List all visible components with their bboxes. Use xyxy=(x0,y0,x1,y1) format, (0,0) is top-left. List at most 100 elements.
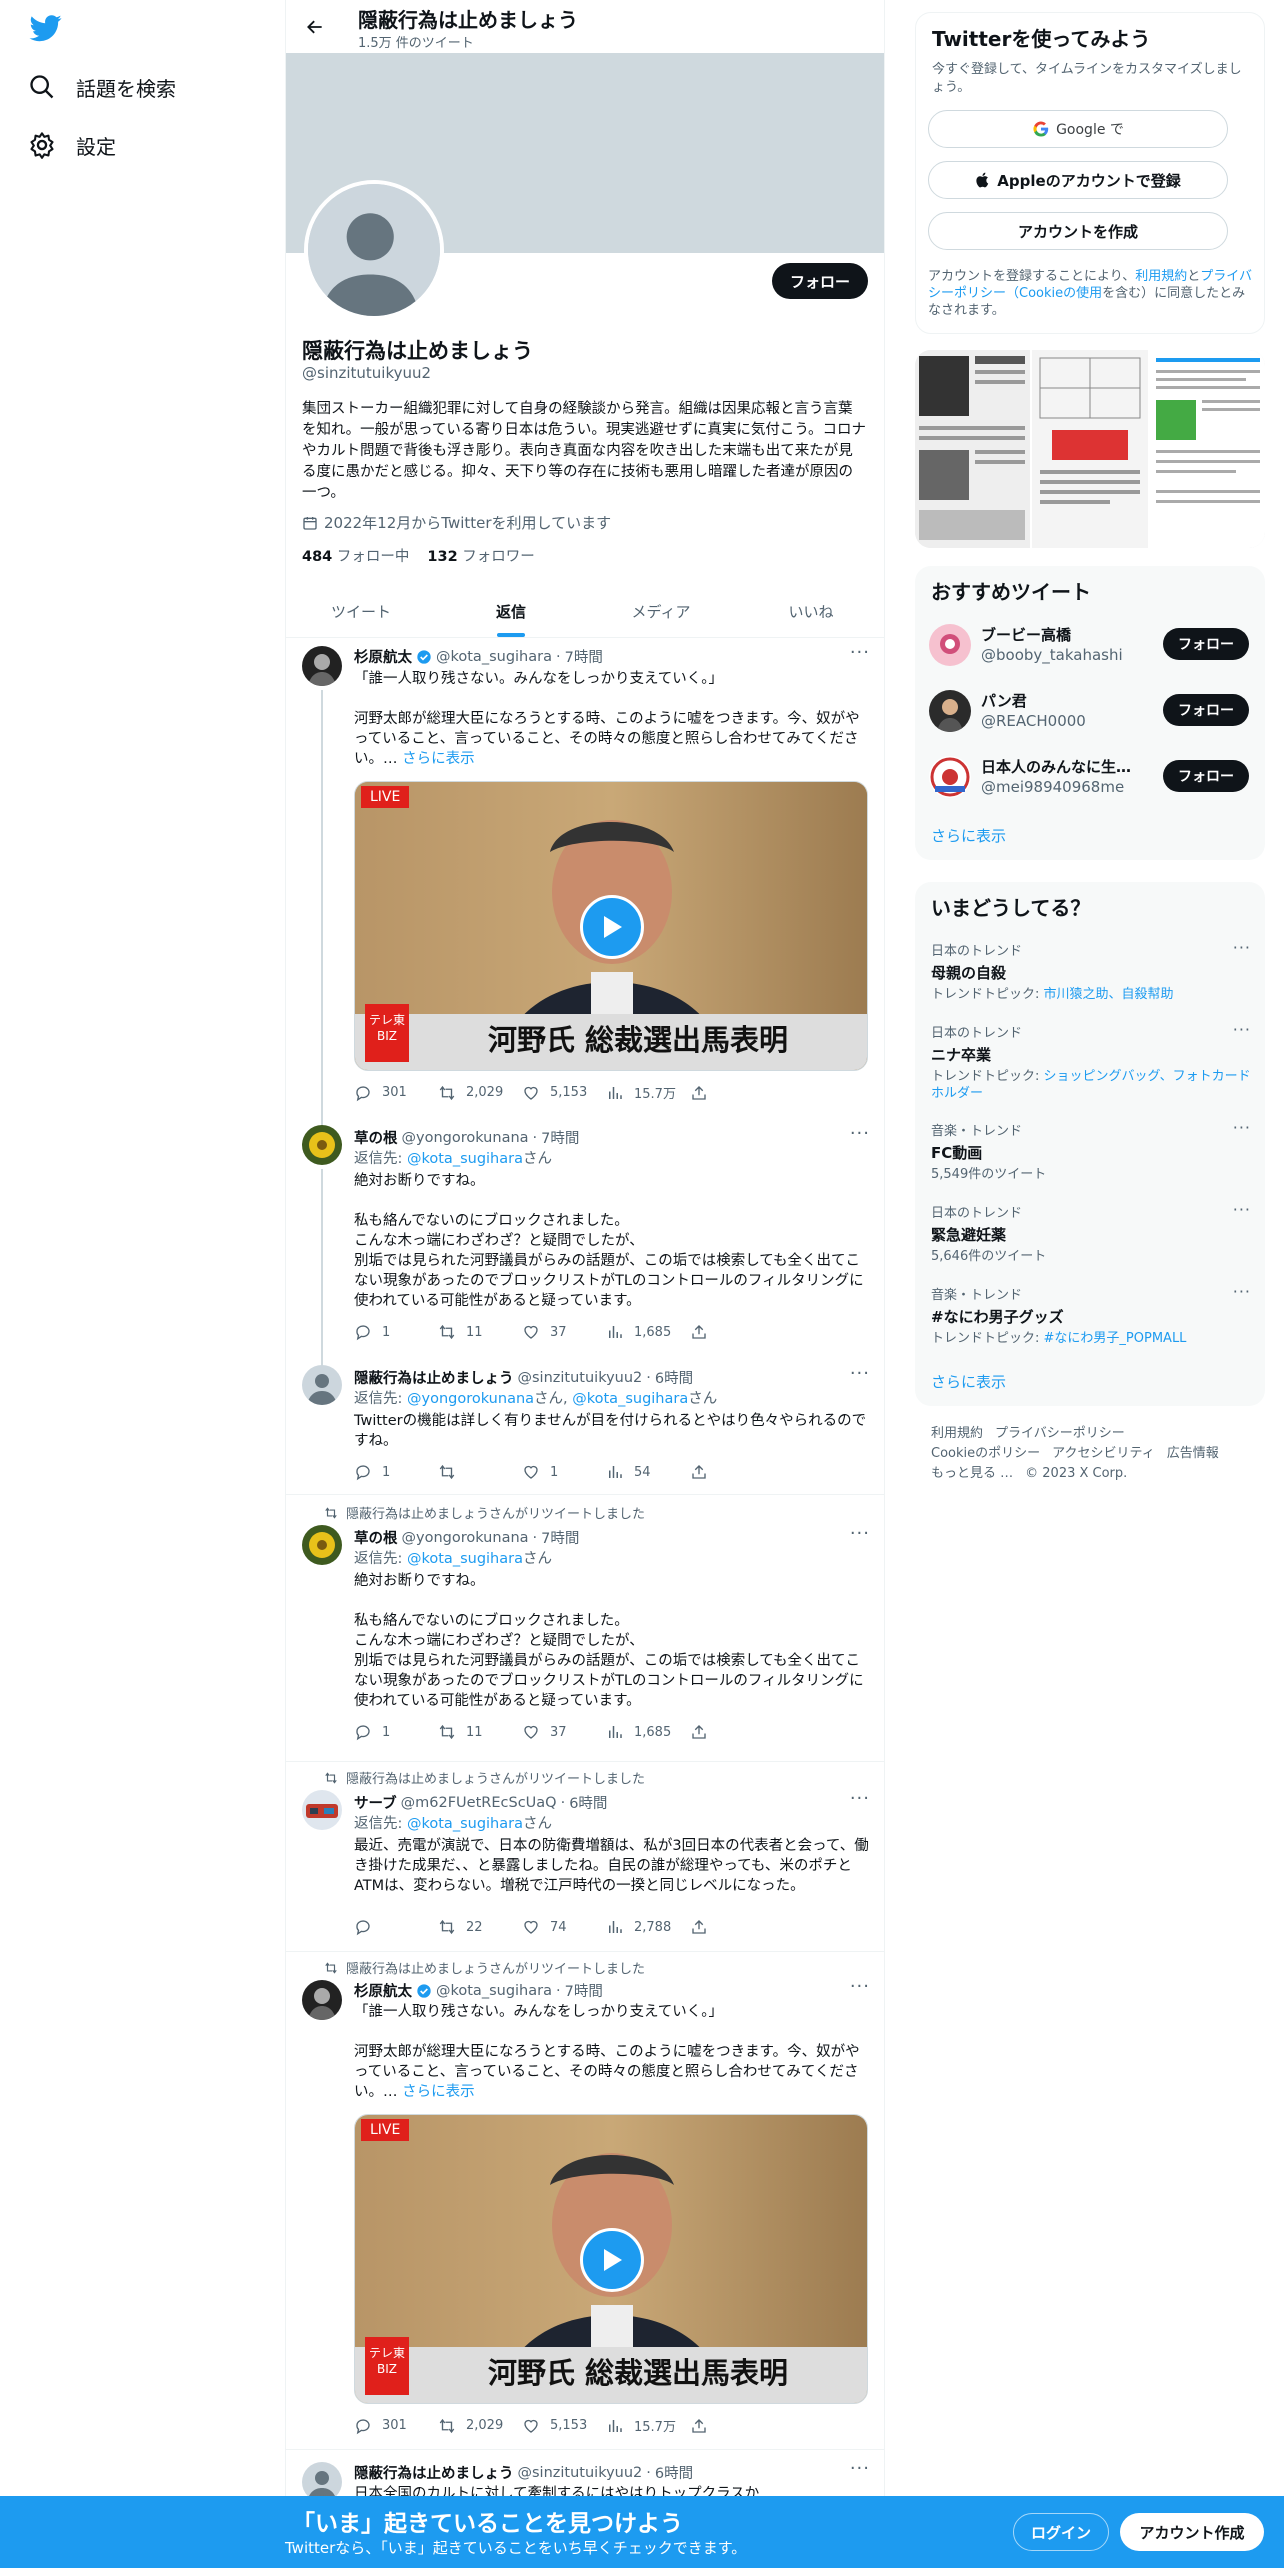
trend-item[interactable]: 日本のトレンド 緊急避妊薬 5,646件のツイート ··· xyxy=(931,1200,1251,1265)
tweet-author[interactable]: 隠蔽行為は止めましょう xyxy=(354,1367,514,1388)
views-button[interactable]: 15.7万 xyxy=(606,2416,690,2435)
tweet-time[interactable]: 7時間 xyxy=(565,1980,603,2001)
footer-more[interactable]: もっと見る … xyxy=(931,1466,1013,1481)
nav-settings[interactable]: 設定 xyxy=(28,125,116,165)
avatar[interactable] xyxy=(929,690,971,732)
google-signin-button[interactable]: Google で xyxy=(928,110,1228,148)
avatar[interactable] xyxy=(302,646,342,686)
follow-button[interactable]: フォロー xyxy=(771,263,868,299)
footer-link[interactable]: アクセシビリティ xyxy=(1052,1446,1155,1461)
share-button[interactable] xyxy=(690,1083,774,1102)
like-button[interactable]: 5,153 xyxy=(522,1083,606,1102)
mention-link[interactable]: @kota_sugihara xyxy=(407,1551,523,1567)
followers-link[interactable]: 132 フォロワー xyxy=(427,545,534,566)
retweet-button[interactable]: 2,029 xyxy=(438,2416,522,2435)
more-icon[interactable]: ··· xyxy=(850,1363,870,1384)
video-thumbnail[interactable]: LIVE テレ東BIZ 河野氏 総裁選出馬表明 xyxy=(354,2114,868,2404)
more-icon[interactable]: ··· xyxy=(1233,1200,1251,1219)
share-button[interactable] xyxy=(690,1723,774,1741)
back-button[interactable] xyxy=(300,12,330,42)
tweet-author[interactable]: サーブ xyxy=(354,1792,397,1813)
tweet[interactable]: 杉原航太 @kota_sugihara · 7時間 ··· 「誰一人取り残さない… xyxy=(286,638,884,1130)
tweet-handle[interactable]: @kota_sugihara xyxy=(436,1983,552,1999)
twitter-logo-icon[interactable] xyxy=(28,12,64,44)
mention-link[interactable]: @yongorokunana xyxy=(407,1391,534,1407)
reply-button[interactable]: 1 xyxy=(354,1463,438,1481)
avatar[interactable] xyxy=(929,756,971,798)
like-button[interactable]: 37 xyxy=(522,1723,606,1741)
like-button[interactable]: 37 xyxy=(522,1323,606,1341)
avatar[interactable] xyxy=(302,1525,342,1565)
recommended-show-more[interactable]: さらに表示 xyxy=(931,825,1006,846)
tweet-handle[interactable]: @m62FUetREcScUaQ xyxy=(401,1795,557,1811)
apple-signup-button[interactable]: Appleのアカウントで登録 xyxy=(928,161,1228,199)
footer-link[interactable]: Cookieのポリシー xyxy=(931,1446,1040,1461)
reply-button[interactable]: 1 xyxy=(354,1323,438,1341)
mention-link[interactable]: @kota_sugihara xyxy=(407,1151,523,1167)
share-button[interactable] xyxy=(690,2416,774,2435)
mention-link[interactable]: @kota_sugihara xyxy=(572,1391,688,1407)
video-thumbnail[interactable]: LIVE テレ東BIZ 河野氏 総裁選出馬表明 xyxy=(354,781,868,1071)
trends-show-more[interactable]: さらに表示 xyxy=(931,1371,1006,1392)
gallery-image[interactable] xyxy=(1032,350,1148,548)
more-icon[interactable]: ··· xyxy=(850,1123,870,1144)
reply-button[interactable]: 301 xyxy=(354,2416,438,2435)
profile-avatar[interactable] xyxy=(304,180,444,320)
recommended-user[interactable]: パン君 @REACH0000 フォロー xyxy=(929,688,1249,738)
gallery-image[interactable] xyxy=(1149,350,1265,548)
trend-item[interactable]: 日本のトレンド ニナ卒業 トレンドトピック: ショッピングバッグ、フォトカードホ… xyxy=(931,1020,1251,1102)
play-button[interactable] xyxy=(580,895,644,959)
following-link[interactable]: 484 フォロー中 xyxy=(302,545,409,566)
signup-button[interactable]: アカウント作成 xyxy=(1120,2513,1264,2551)
views-button[interactable]: 1,685 xyxy=(606,1323,690,1341)
retweet-button[interactable]: 11 xyxy=(438,1323,522,1341)
reply-button[interactable]: 1 xyxy=(354,1723,438,1741)
follow-button[interactable]: フォロー xyxy=(1163,694,1249,726)
login-button[interactable]: ログイン xyxy=(1013,2513,1109,2551)
follow-button[interactable]: フォロー xyxy=(1163,760,1249,792)
avatar[interactable] xyxy=(929,624,971,666)
tweet-author[interactable]: 杉原航太 xyxy=(354,646,412,667)
share-button[interactable] xyxy=(690,1918,774,1936)
tweet[interactable]: 隠蔽行為は止めましょうさんがリツイートしました 草の根 @yongorokuna… xyxy=(286,1495,884,1762)
tweet-time[interactable]: 7時間 xyxy=(541,1127,579,1148)
retweet-button[interactable]: 22 xyxy=(438,1918,522,1936)
tweet-time[interactable]: 6時間 xyxy=(655,1367,693,1388)
tab-tweets[interactable]: ツイート xyxy=(286,585,436,637)
tweet[interactable]: 隠蔽行為は止めましょうさんがリツイートしました 杉原航太 @kota_sugih… xyxy=(286,1952,884,2450)
more-icon[interactable]: ··· xyxy=(850,642,870,663)
avatar[interactable] xyxy=(302,1125,342,1165)
tweet-handle[interactable]: @sinzitutuikyuu2 xyxy=(518,1370,643,1386)
avatar[interactable] xyxy=(302,1365,342,1405)
more-icon[interactable]: ··· xyxy=(850,1976,870,1997)
more-icon[interactable]: ··· xyxy=(850,2458,870,2479)
mention-link[interactable]: @kota_sugihara xyxy=(407,1816,523,1832)
gallery-image[interactable] xyxy=(915,350,1031,548)
views-button[interactable]: 54 xyxy=(606,1463,690,1481)
more-icon[interactable]: ··· xyxy=(850,1788,870,1809)
tweet[interactable]: 草の根 @yongorokunana · 7時間 ··· 返信先: @kota_… xyxy=(286,1123,884,1369)
follow-button[interactable]: フォロー xyxy=(1163,628,1249,660)
trend-item[interactable]: 音楽・トレンド FC動画 5,549件のツイート ··· xyxy=(931,1118,1251,1183)
more-icon[interactable]: ··· xyxy=(1233,1020,1251,1039)
tweet[interactable]: 隠蔽行為は止めましょう @sinzitutuikyuu2 · 6時間 ··· 返… xyxy=(286,1363,884,1495)
more-icon[interactable]: ··· xyxy=(1233,1282,1251,1301)
retweet-button[interactable]: 11 xyxy=(438,1723,522,1741)
like-button[interactable]: 5,153 xyxy=(522,2416,606,2435)
views-button[interactable]: 1,685 xyxy=(606,1723,690,1741)
tab-media[interactable]: メディア xyxy=(586,585,736,637)
show-more-link[interactable]: さらに表示 xyxy=(402,751,475,767)
like-button[interactable]: 1 xyxy=(522,1463,606,1481)
tweet-handle[interactable]: @sinzitutuikyuu2 xyxy=(518,2465,643,2481)
terms-link[interactable]: 利用規約 xyxy=(1135,269,1187,284)
tweet-author[interactable]: 杉原航太 xyxy=(354,1980,412,2001)
create-account-button[interactable]: アカウントを作成 xyxy=(928,212,1228,250)
avatar[interactable] xyxy=(302,1980,342,2020)
views-button[interactable]: 15.7万 xyxy=(606,1083,690,1102)
tweet[interactable]: 隠蔽行為は止めましょうさんがリツイートしました サーブ @m62FUetREcS… xyxy=(286,1762,884,1952)
nav-explore[interactable]: 話題を検索 xyxy=(28,67,176,107)
reply-button[interactable]: 301 xyxy=(354,1083,438,1102)
trend-item[interactable]: 日本のトレンド 母親の自殺 トレンドトピック: 市川猿之助、自殺幇助 ··· xyxy=(931,938,1251,1003)
recommended-user[interactable]: 日本人のみんなに生… @mei98940968me フォロー xyxy=(929,754,1249,804)
tweet-time[interactable]: 7時間 xyxy=(565,646,603,667)
